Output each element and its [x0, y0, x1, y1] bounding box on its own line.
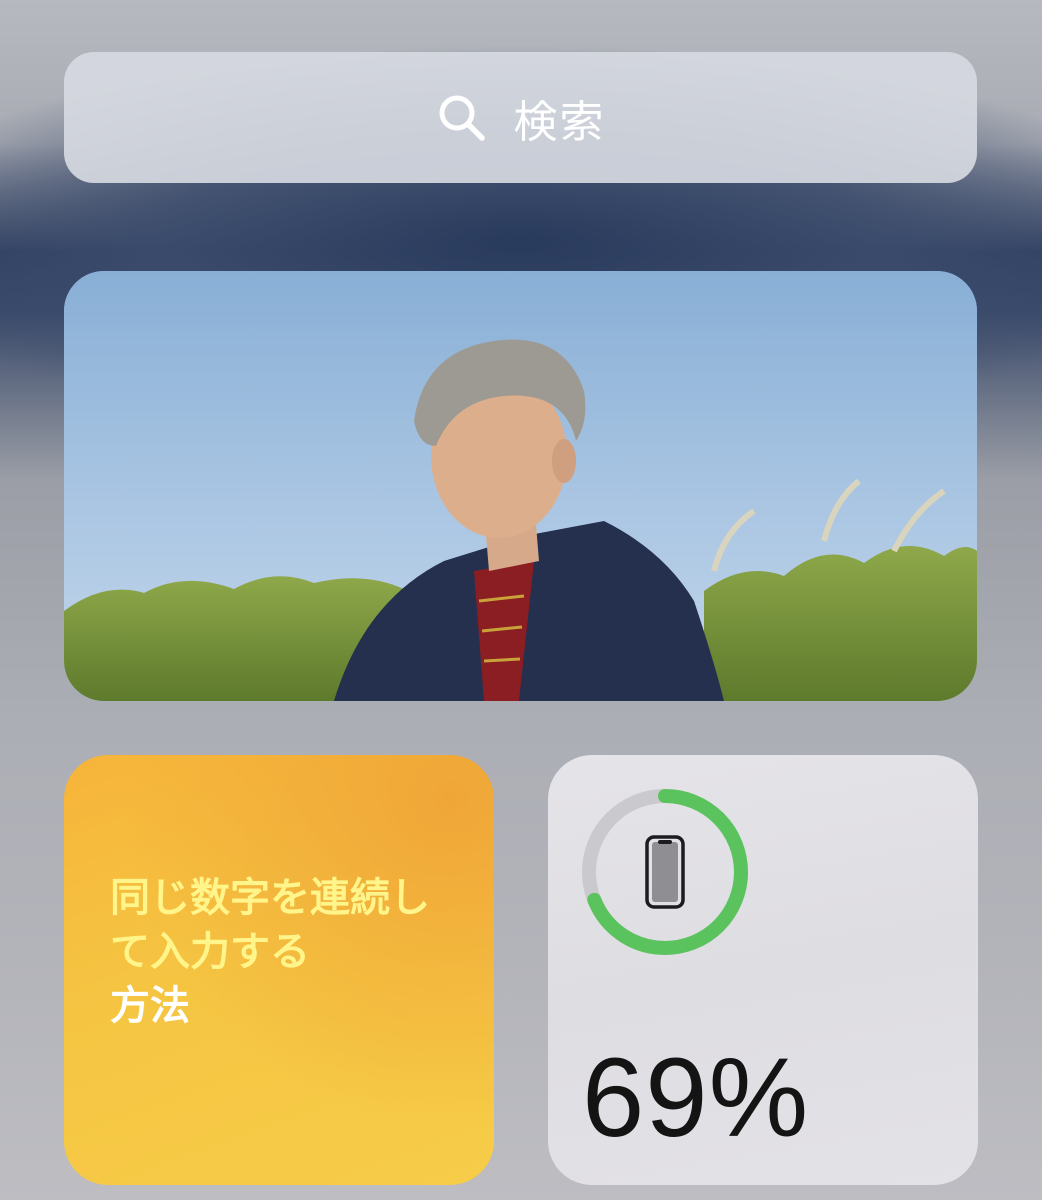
notes-subtitle: 方法 — [110, 983, 190, 1029]
photo-image — [64, 271, 977, 701]
iphone-icon — [645, 835, 685, 909]
search-icon — [439, 95, 485, 141]
battery-widget[interactable]: 69% — [548, 755, 978, 1185]
battery-ring — [582, 789, 748, 955]
notes-title: 同じ数字を連続して入力する — [110, 875, 430, 975]
notes-widget[interactable]: 同じ数字を連続して入力する 方法 — [64, 755, 494, 1185]
search-bar[interactable]: 検索 — [64, 52, 977, 183]
search-label: 検索 — [513, 96, 606, 148]
battery-percent: 69% — [582, 1035, 810, 1160]
photo-widget[interactable] — [64, 271, 977, 701]
